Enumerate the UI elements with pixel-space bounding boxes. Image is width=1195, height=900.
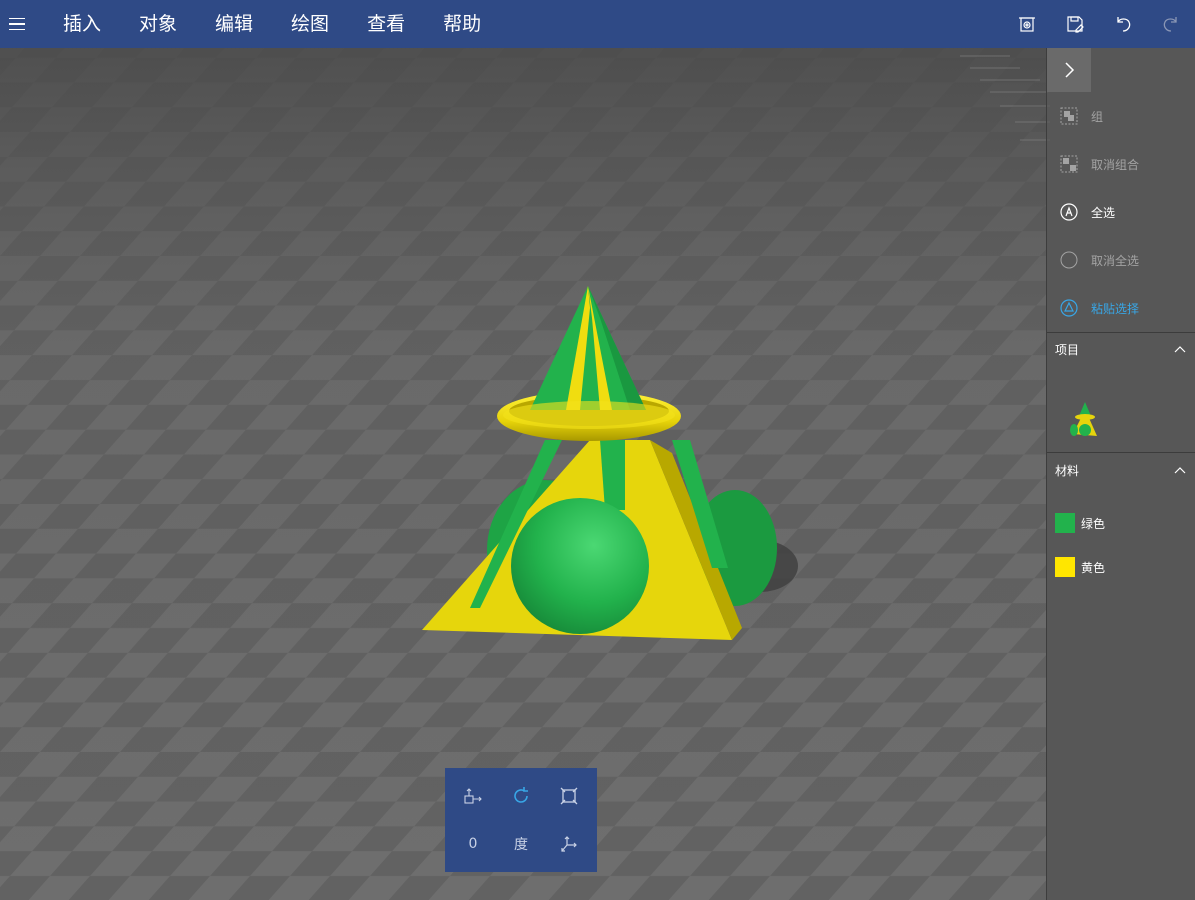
group-icon bbox=[1047, 107, 1091, 125]
chevron-up-icon bbox=[1174, 346, 1186, 353]
rotate-button[interactable] bbox=[497, 772, 545, 820]
undo-icon[interactable] bbox=[1099, 0, 1147, 48]
select-all-label: 全选 bbox=[1091, 205, 1116, 220]
axis-button[interactable] bbox=[545, 820, 593, 868]
save-icon[interactable] bbox=[1051, 0, 1099, 48]
front-sphere bbox=[511, 498, 649, 634]
menu-help[interactable]: 帮助 bbox=[424, 0, 500, 48]
rotate-icon bbox=[514, 787, 528, 803]
scale-icon bbox=[560, 787, 578, 805]
quick-toolbar bbox=[1003, 0, 1195, 48]
3d-view-icon[interactable] bbox=[1003, 0, 1051, 48]
material-name: 黄色 bbox=[1081, 560, 1106, 575]
material-green[interactable]: 绿色 bbox=[1055, 511, 1195, 535]
item-thumbnail[interactable] bbox=[1069, 400, 1101, 438]
menu-object[interactable]: 对象 bbox=[120, 0, 196, 48]
chevron-up-icon bbox=[1174, 467, 1186, 474]
material-swatch bbox=[1055, 557, 1075, 577]
items-section-header[interactable]: 项目 bbox=[1047, 334, 1195, 364]
material-yellow[interactable]: 黄色 bbox=[1055, 555, 1195, 579]
menu-bar: 插入 对象 编辑 绘图 查看 帮助 bbox=[0, 0, 1195, 48]
menu-edit[interactable]: 编辑 bbox=[196, 0, 272, 48]
items-section-title: 项目 bbox=[1055, 342, 1080, 357]
deselect-all-icon bbox=[1047, 251, 1091, 269]
materials-section-header[interactable]: 材料 bbox=[1047, 455, 1195, 485]
chevron-right-icon bbox=[1065, 62, 1075, 78]
group-button[interactable]: 组 bbox=[1047, 96, 1195, 136]
paste-selection-button[interactable]: 粘贴选择 bbox=[1047, 288, 1195, 328]
redo-icon[interactable] bbox=[1147, 0, 1195, 48]
move-icon bbox=[464, 788, 482, 804]
main-menu: 插入 对象 编辑 绘图 查看 帮助 bbox=[44, 0, 500, 48]
deselect-all-button[interactable]: 取消全选 bbox=[1047, 240, 1195, 280]
move-button[interactable] bbox=[449, 772, 497, 820]
transform-widget: 0 度 bbox=[445, 768, 597, 872]
paste-selection-icon bbox=[1047, 299, 1091, 317]
axis-icon bbox=[561, 836, 577, 852]
deselect-all-label: 取消全选 bbox=[1091, 253, 1140, 268]
ungroup-button[interactable]: 取消组合 bbox=[1047, 144, 1195, 184]
paste-selection-label: 粘贴选择 bbox=[1091, 301, 1140, 316]
angle-unit: 度 bbox=[514, 837, 528, 853]
menu-view[interactable]: 查看 bbox=[348, 0, 424, 48]
ungroup-icon bbox=[1047, 155, 1091, 173]
group-label: 组 bbox=[1091, 109, 1104, 124]
material-swatch bbox=[1055, 513, 1075, 533]
app-window: 插入 对象 编辑 绘图 查看 帮助 组 取消组合 全选 取消全选 粘贴选择 项目… bbox=[0, 0, 1195, 900]
ungroup-label: 取消组合 bbox=[1091, 157, 1140, 172]
collapse-panel-button[interactable] bbox=[1047, 48, 1091, 92]
menu-insert[interactable]: 插入 bbox=[44, 0, 120, 48]
select-all-button[interactable]: 全选 bbox=[1047, 192, 1195, 232]
divider bbox=[1047, 452, 1195, 453]
materials-section-title: 材料 bbox=[1055, 463, 1080, 478]
menu-draw[interactable]: 绘图 bbox=[272, 0, 348, 48]
scale-button[interactable] bbox=[545, 772, 593, 820]
select-all-icon bbox=[1047, 203, 1091, 221]
divider bbox=[1047, 332, 1195, 333]
hamburger-menu-icon[interactable] bbox=[0, 0, 34, 48]
side-panel: 组 取消组合 全选 取消全选 粘贴选择 项目 材料 绿色 黄色 bbox=[1046, 48, 1195, 900]
angle-value[interactable]: 0 bbox=[449, 820, 497, 868]
material-name: 绿色 bbox=[1081, 516, 1106, 531]
